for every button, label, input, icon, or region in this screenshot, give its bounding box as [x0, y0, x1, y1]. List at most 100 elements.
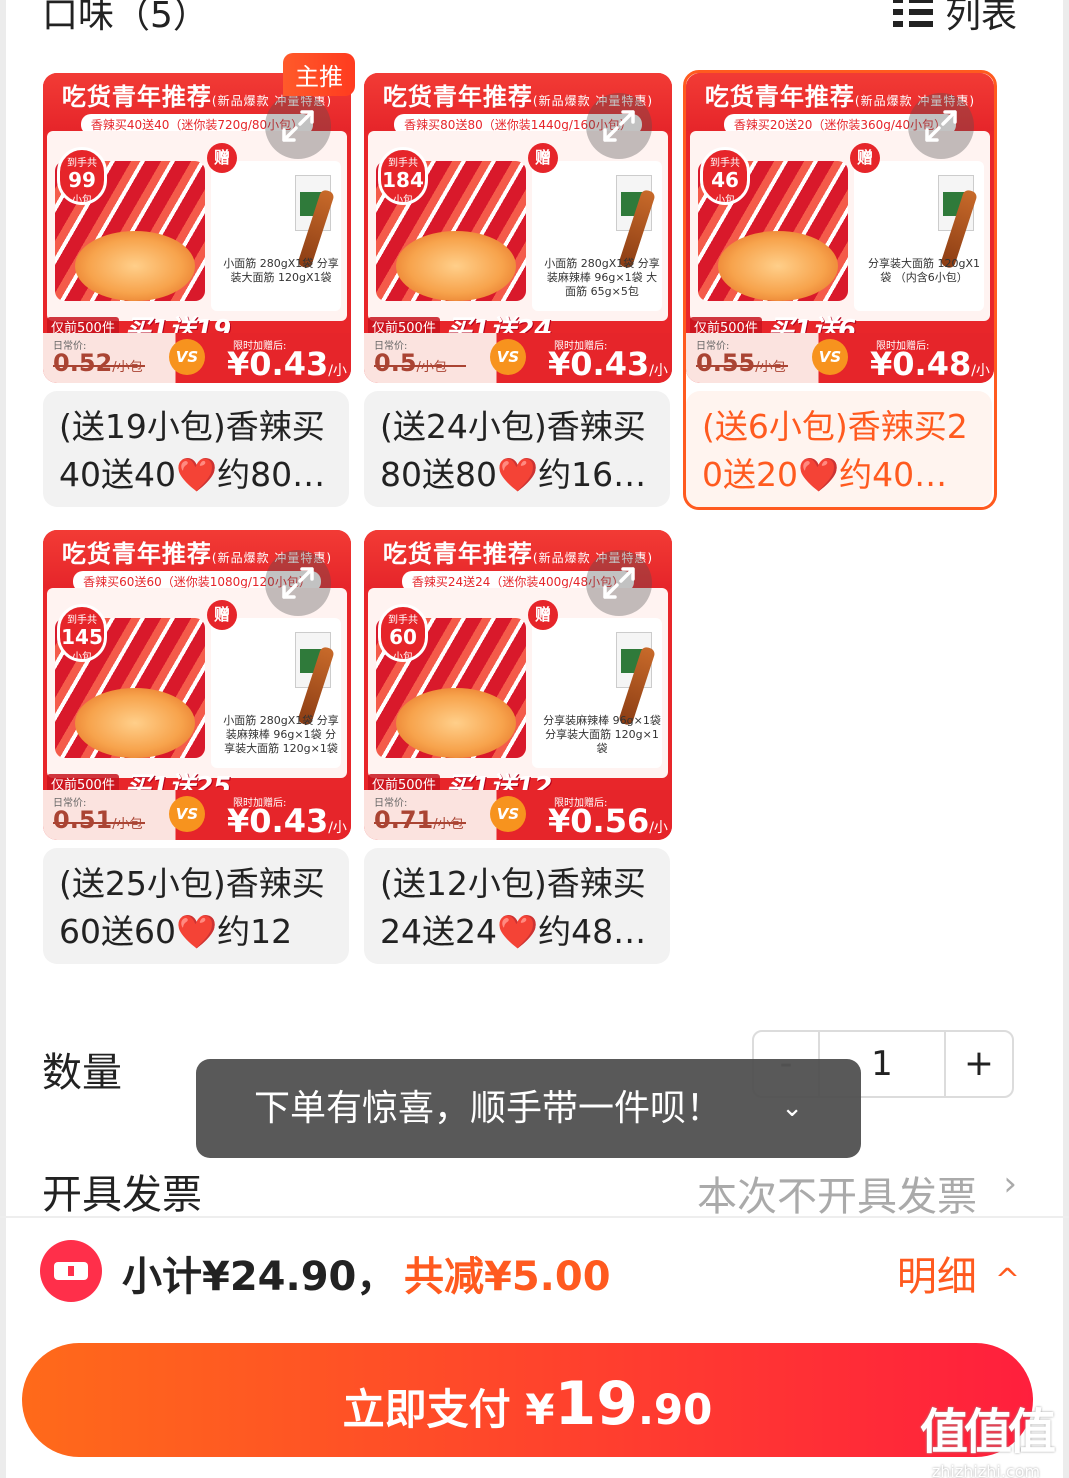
- surprise-toast[interactable]: 下单有惊喜，顺手带一件呗！ ⌄: [196, 1059, 861, 1158]
- new-price: ¥0.43: [548, 345, 650, 383]
- flavor-image[interactable]: 吃货青年推荐(新品爆款 冲量特惠) 香辣买60送60（迷你装1080g/120小包…: [43, 530, 351, 840]
- count-number: 46: [711, 168, 739, 192]
- count-unit: 小包: [393, 195, 413, 206]
- gift-tag: 赠: [850, 143, 880, 173]
- new-price: ¥0.43: [227, 345, 329, 383]
- flavor-image[interactable]: 吃货青年推荐(新品爆款 冲量特惠) 香辣买40送40（迷你装720g/80小包）到…: [43, 73, 351, 383]
- count-top-label: 到手共: [710, 158, 740, 169]
- count-badge: 到手共 60 小包: [378, 604, 428, 663]
- orig-price-unit: /小包: [112, 817, 143, 832]
- expand-icon[interactable]: [586, 550, 652, 616]
- flavor-card[interactable]: 吃货青年推荐(新品爆款 冲量特惠) 香辣买24送24（迷你装400g/48小包）到…: [364, 530, 672, 964]
- count-number: 184: [382, 168, 424, 192]
- expand-icon[interactable]: [265, 550, 331, 616]
- count-badge: 到手共 184 小包: [378, 147, 428, 206]
- invoice-label: 开具发票: [42, 1172, 202, 1218]
- chevron-up-icon: ^: [994, 1263, 1020, 1298]
- orig-price-unit: /小包: [433, 817, 464, 832]
- price-compare: 日常价:0.51/小包VS限时加赠后:¥0.43/小包: [43, 790, 351, 840]
- chevron-down-icon[interactable]: ⌄: [781, 1059, 803, 1158]
- gift-panel: 分享装麻辣棒 96g×1袋 分享装大面筋 120g×1袋: [532, 618, 662, 768]
- expand-icon[interactable]: [586, 93, 652, 159]
- new-price: ¥0.56: [548, 802, 650, 840]
- strike-line: [53, 365, 145, 367]
- flavor-label[interactable]: (送19小包)香辣买40送40❤️约80…: [43, 391, 349, 507]
- gift-text: 小面筋 280gX1袋 分享装麻辣棒 96g×1袋 分享装大面筋 120g×1袋: [223, 714, 339, 755]
- subtotal-bar: 小计¥24.90， 共减¥5.00 明细 ^: [40, 1238, 1020, 1304]
- flavor-card[interactable]: 吃货青年推荐(新品爆款 冲量特惠) 香辣买20送20（迷你装360g/40小包）到…: [683, 70, 997, 510]
- flavor-label-text: (送19小包)香辣买40送40❤️约80…: [59, 407, 326, 494]
- discount-text: 共减¥5.00: [404, 1254, 611, 1300]
- count-number: 99: [68, 168, 96, 192]
- chevron-right-icon: ›: [1003, 1164, 1017, 1204]
- list-view-toggle[interactable]: 列表: [892, 0, 1017, 38]
- flavor-label[interactable]: (送12小包)香辣买24送24❤️约48…: [364, 848, 670, 964]
- flavor-label[interactable]: (送6小包)香辣买20送20❤️约40…: [686, 391, 992, 507]
- orig-price-unit: /小包: [416, 360, 447, 375]
- count-badge: 到手共 99 小包: [57, 147, 107, 206]
- gift-panel: 小面筋 280gX1袋 分享装麻辣棒 96g×1袋 分享装大面筋 120g×1袋: [211, 618, 341, 768]
- count-unit: 小包: [72, 652, 92, 663]
- image-body: 到手共 184 小包 小面筋 280gX1袋 分享装麻辣棒 96g×1袋 大面筋 65…: [368, 131, 668, 321]
- orig-price: 0.52: [53, 349, 113, 377]
- expand-icon[interactable]: [265, 93, 331, 159]
- strike-line: [374, 822, 466, 824]
- flavor-card[interactable]: 吃货青年推荐(新品爆款 冲量特惠) 香辣买80送80（迷你装1440g/160小包…: [364, 73, 672, 507]
- flavor-image[interactable]: 吃货青年推荐(新品爆款 冲量特惠) 香辣买24送24（迷你装400g/48小包）到…: [364, 530, 672, 840]
- gift-panel: 分享装大面筋 120gX1袋 （内含6小包）: [854, 161, 984, 311]
- price-compare: 日常价:0.52/小包VS限时加赠后:¥0.43/小包: [43, 333, 351, 383]
- flavor-image[interactable]: 吃货青年推荐(新品爆款 冲量特惠) 香辣买80送80（迷你装1440g/160小包…: [364, 73, 672, 383]
- flavor-card[interactable]: 主推 吃货青年推荐(新品爆款 冲量特惠) 香辣买40送40（迷你装720g/80小包…: [43, 53, 355, 507]
- gift-tag: 赠: [528, 600, 558, 630]
- invoice-row[interactable]: 开具发票 本次不开具发票 ›: [42, 1160, 1017, 1220]
- vs-badge: VS: [812, 339, 848, 375]
- orig-price-unit: /小包: [112, 360, 143, 375]
- vs-badge: VS: [490, 339, 526, 375]
- increase-button[interactable]: +: [946, 1032, 1012, 1096]
- vs-badge: VS: [169, 339, 205, 375]
- watermark-url: zhizhizhi.com: [931, 1462, 1041, 1478]
- count-top-label: 到手共: [388, 615, 418, 626]
- list-view-label: 列表: [944, 0, 1017, 36]
- left-edge: [0, 0, 6, 1478]
- orig-price: 0.71: [374, 806, 434, 834]
- flavor-header: 口味（5） 列表: [42, 0, 1017, 36]
- count-unit: 小包: [72, 195, 92, 206]
- flavor-label-text: (送25小包)香辣买60送60❤️约120…: [59, 864, 325, 951]
- pay-now-button[interactable]: 立即支付 ¥19.90: [22, 1343, 1033, 1457]
- expand-icon[interactable]: [908, 93, 974, 159]
- pay-amount-dec: .90: [637, 1385, 713, 1434]
- price-compare: 日常价:0.55/小包VS限时加赠后:¥0.48/小包: [686, 333, 994, 383]
- price-compare: 日常价:0.5/小包VS限时加赠后:¥0.43/小包: [364, 333, 672, 383]
- orig-price: 0.5: [374, 349, 417, 377]
- right-edge: [1063, 0, 1069, 1478]
- count-top-label: 到手共: [67, 158, 97, 169]
- gift-text: 分享装麻辣棒 96g×1袋 分享装大面筋 120g×1袋: [543, 714, 661, 755]
- vs-badge: VS: [490, 796, 526, 832]
- count-number: 60: [389, 625, 417, 649]
- gift-text: 小面筋 280gX1袋 分享装麻辣棒 96g×1袋 大面筋 65g×5包: [544, 257, 660, 298]
- flavor-image[interactable]: 吃货青年推荐(新品爆款 冲量特惠) 香辣买20送20（迷你装360g/40小包）到…: [686, 73, 994, 383]
- subtotal-text: 小计¥24.90，: [122, 1254, 397, 1300]
- new-price: ¥0.48: [870, 345, 972, 383]
- strike-line: [53, 822, 145, 824]
- image-headline: 吃货青年推荐: [382, 83, 533, 111]
- flavor-label[interactable]: (送25小包)香辣买60送60❤️约120…: [43, 848, 349, 964]
- gift-tag: 赠: [207, 143, 237, 173]
- flavor-label[interactable]: (送24小包)香辣买80送80❤️约16…: [364, 391, 670, 507]
- strike-line: [696, 365, 788, 367]
- image-headline: 吃货青年推荐: [382, 540, 533, 568]
- image-headline: 吃货青年推荐: [61, 540, 212, 568]
- flavor-label-text: (送6小包)香辣买20送20❤️约40…: [702, 407, 968, 494]
- orig-price: 0.51: [53, 806, 113, 834]
- count-badge: 到手共 145 小包: [57, 604, 107, 663]
- main-recommend-tag: 主推: [283, 53, 355, 96]
- flavor-card[interactable]: 吃货青年推荐(新品爆款 冲量特惠) 香辣买60送60（迷你装1080g/120小包…: [43, 530, 351, 964]
- detail-button[interactable]: 明细 ^: [897, 1244, 1020, 1302]
- gift-tag: 赠: [528, 143, 558, 173]
- coupon-icon[interactable]: [40, 1240, 102, 1302]
- flavor-title: 口味（5）: [42, 0, 209, 36]
- gift-panel: 小面筋 280gX1袋 分享装麻辣棒 96g×1袋 大面筋 65g×5包: [532, 161, 662, 311]
- image-body: 到手共 60 小包分享装麻辣棒 96g×1袋 分享装大面筋 120g×1袋 赠: [368, 588, 668, 778]
- orig-price: 0.55: [696, 349, 756, 377]
